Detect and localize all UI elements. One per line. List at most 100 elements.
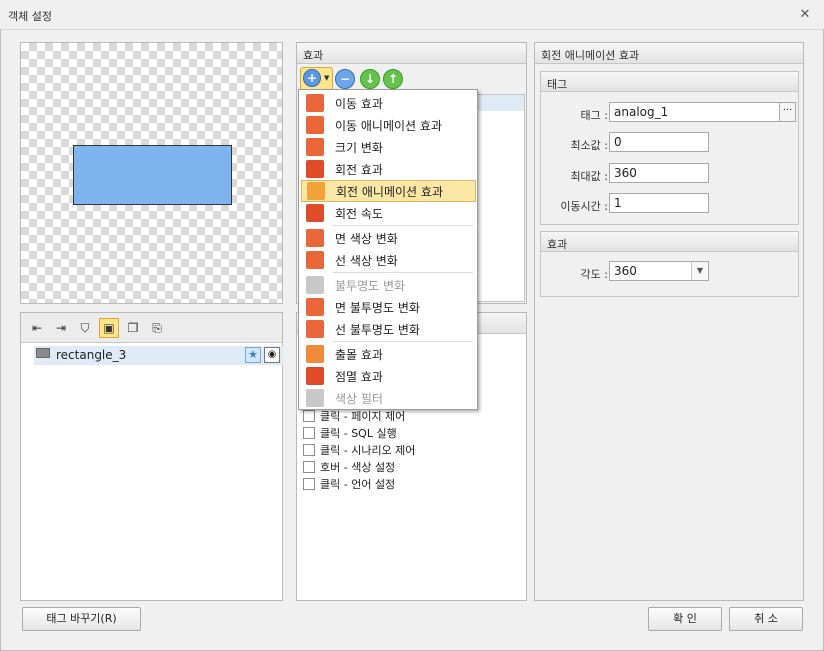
time-input[interactable]: 1: [609, 193, 709, 213]
tag-group-header: 태그: [541, 72, 798, 92]
rotate-icon: [306, 160, 324, 178]
opacity-icon: [306, 276, 324, 294]
fill-color-icon: [306, 229, 324, 247]
menu-item-label: 회전 효과: [335, 162, 383, 177]
menu-item-opacity: 불투명도 변화: [301, 274, 476, 296]
add-effect-button[interactable]: + ▼: [300, 67, 333, 91]
appear-icon: [306, 345, 324, 363]
event-label: 클릭 - 시나리오 제어: [320, 443, 416, 457]
tree-view-icon[interactable]: ▣: [99, 318, 119, 338]
event-item[interactable]: 클릭 - SQL 실행: [303, 424, 415, 441]
menu-item-color-filter: 색상 필터: [301, 387, 476, 409]
menu-item-rotate-animation[interactable]: 회전 애니메이션 효과: [301, 180, 476, 202]
max-input[interactable]: 360: [609, 163, 709, 183]
indent-right-icon[interactable]: ⇥: [51, 318, 71, 338]
browse-tag-button[interactable]: ···: [779, 102, 796, 122]
menu-separator: [333, 341, 473, 342]
menu-item-label: 선 색상 변화: [335, 253, 398, 268]
menu-item-line-color[interactable]: 선 색상 변화: [301, 249, 476, 271]
menu-item-label: 선 불투명도 변화: [335, 322, 420, 337]
menu-separator: [333, 225, 473, 226]
preview-rectangle[interactable]: [73, 145, 232, 205]
max-label: 최대값 :: [570, 170, 608, 183]
event-item[interactable]: 클릭 - 시나리오 제어: [303, 441, 415, 458]
menu-item-label: 출몰 효과: [335, 347, 383, 362]
menu-item-label: 점멸 효과: [335, 369, 383, 384]
event-checkbox[interactable]: [303, 409, 315, 422]
blink-icon: [306, 367, 324, 385]
preview-canvas[interactable]: [20, 42, 283, 304]
rectangle-icon: [36, 348, 50, 358]
menu-item-fill-opacity[interactable]: 면 불투명도 변화: [301, 296, 476, 318]
event-checkbox[interactable]: [303, 460, 315, 473]
min-input[interactable]: 0: [609, 132, 709, 152]
paste-icon[interactable]: ⎘: [147, 318, 167, 338]
menu-item-label: 면 색상 변화: [335, 231, 398, 246]
menu-item-label: 크기 변화: [335, 140, 383, 155]
menu-item-blink[interactable]: 점멸 효과: [301, 365, 476, 387]
tag-row: 태그 : analog_1 ···: [541, 102, 798, 124]
dropdown-arrow-icon: ▼: [324, 74, 330, 82]
effect-panel-header: 효과: [297, 43, 526, 64]
menu-item-resize[interactable]: 크기 변화: [301, 136, 476, 158]
menu-item-label: 이동 애니메이션 효과: [335, 118, 442, 133]
min-row: 최소값 : 0: [541, 132, 798, 154]
event-checkbox[interactable]: [303, 477, 315, 490]
event-label: 호버 - 색상 설정: [320, 460, 396, 474]
max-row: 최대값 : 360: [541, 163, 798, 185]
event-label: 클릭 - 언어 설정: [320, 477, 396, 491]
menu-item-move-animation[interactable]: 이동 애니메이션 효과: [301, 114, 476, 136]
event-checkbox[interactable]: [303, 426, 315, 439]
menu-item-label: 면 불투명도 변화: [335, 300, 420, 315]
menu-item-label: 회전 애니메이션 효과: [336, 184, 443, 199]
rotate-speed-icon: [306, 204, 324, 222]
remove-effect-button[interactable]: −: [335, 69, 355, 89]
object-name: rectangle_3: [56, 348, 127, 362]
angle-label: 각도 :: [580, 268, 608, 281]
event-label: 클릭 - SQL 실행: [320, 426, 397, 440]
title-bar: 객체 설정 ✕: [0, 0, 824, 30]
star-icon[interactable]: ★: [245, 347, 261, 363]
menu-item-line-opacity[interactable]: 선 불투명도 변화: [301, 318, 476, 340]
line-opacity-icon: [306, 320, 324, 338]
menu-item-label: 이동 효과: [335, 96, 383, 111]
cancel-button[interactable]: 취 소: [729, 607, 803, 631]
event-item[interactable]: 클릭 - 언어 설정: [303, 475, 415, 492]
object-toolbar: ⇤ ⇥ ⛉ ▣ ❐ ⎘: [21, 313, 282, 343]
chevron-down-icon[interactable]: ▼: [691, 262, 708, 280]
ok-button[interactable]: 확 인: [648, 607, 722, 631]
move-up-button[interactable]: ↑: [383, 69, 403, 89]
close-icon[interactable]: ✕: [798, 8, 812, 22]
indent-left-icon[interactable]: ⇤: [27, 318, 47, 338]
event-checkbox[interactable]: [303, 443, 315, 456]
time-label: 이동시간 :: [560, 200, 608, 213]
menu-item-fill-color[interactable]: 면 색상 변화: [301, 227, 476, 249]
eye-icon[interactable]: ◉: [264, 347, 280, 363]
menu-item-move-effect[interactable]: 이동 효과: [301, 92, 476, 114]
change-tag-button[interactable]: 태그 바꾸기(R): [22, 607, 141, 631]
plus-icon: +: [303, 69, 321, 87]
move-down-button[interactable]: ↓: [360, 69, 380, 89]
menu-item-appear[interactable]: 출몰 효과: [301, 343, 476, 365]
event-item[interactable]: 호버 - 색상 설정: [303, 458, 415, 475]
copy-icon[interactable]: ❐: [123, 318, 143, 338]
effect-group: 효과 각도 : 360 ▼: [540, 231, 799, 297]
menu-item-label: 불투명도 변화: [335, 278, 406, 293]
menu-item-label: 색상 필터: [335, 391, 383, 406]
object-row[interactable]: rectangle_3 ★ ◉: [34, 346, 283, 365]
window-title: 객체 설정: [8, 10, 52, 23]
menu-item-rotate[interactable]: 회전 효과: [301, 158, 476, 180]
min-label: 최소값 :: [570, 139, 608, 152]
color-filter-icon: [306, 389, 324, 407]
event-list: 클릭 - 페이지 제어 클릭 - SQL 실행 클릭 - 시나리오 제어 호버 …: [303, 407, 415, 492]
tag-group: 태그 태그 : analog_1 ··· 최소값 : 0 최대값 : 360 이…: [540, 71, 799, 225]
filter-icon[interactable]: ⛉: [75, 318, 95, 338]
effect-group-header: 효과: [541, 232, 798, 252]
tag-input[interactable]: analog_1: [609, 102, 780, 122]
menu-item-rotate-speed[interactable]: 회전 속도: [301, 202, 476, 224]
move-animation-icon: [306, 116, 324, 134]
animation-settings-panel: 회전 애니메이션 효과 태그 태그 : analog_1 ··· 최소값 : 0…: [534, 42, 804, 601]
rotate-animation-icon: [307, 182, 325, 200]
add-effect-menu: 이동 효과이동 애니메이션 효과크기 변화회전 효과회전 애니메이션 효과회전 …: [298, 89, 478, 410]
resize-icon: [306, 138, 324, 156]
